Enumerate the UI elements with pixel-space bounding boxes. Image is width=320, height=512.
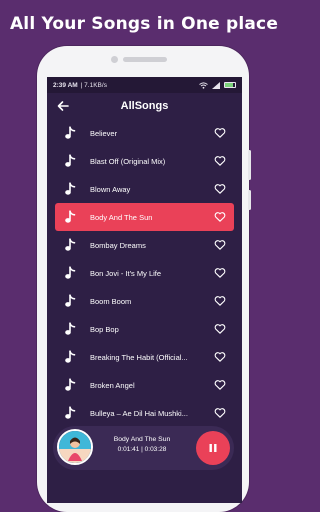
list-item[interactable]: Blown Away (47, 175, 242, 203)
heart-outline-icon[interactable] (214, 379, 226, 391)
list-item[interactable]: Believer (47, 119, 242, 147)
song-list: Believer Blast Off (Original Mix) Blown Aw… (47, 119, 242, 427)
now-playing-time: 0:01:41 | 0:03:28 (117, 446, 167, 453)
heart-outline-icon[interactable] (214, 211, 226, 223)
song-title: Bombay Dreams (90, 240, 146, 250)
now-playing-title: Body And The Sun (113, 436, 171, 443)
song-title: Bulleya – Ae Dil Hai Mushki... (90, 408, 188, 418)
list-item[interactable]: Bombay Dreams (47, 231, 242, 259)
song-title: Broken Angel (90, 380, 135, 390)
heart-outline-icon[interactable] (214, 323, 226, 335)
app-bar: AllSongs (47, 93, 242, 119)
pause-icon (209, 444, 217, 452)
list-item[interactable]: Boom Boom (47, 287, 242, 315)
song-title: Bop Bop (90, 324, 119, 334)
music-note-icon (64, 350, 77, 364)
list-item[interactable]: Blast Off (Original Mix) (47, 147, 242, 175)
heart-outline-icon[interactable] (214, 183, 226, 195)
music-note-icon (64, 182, 77, 196)
status-network-speed: | 7.1KB/s (80, 81, 107, 89)
list-item-active[interactable]: Body And The Sun (55, 203, 234, 231)
music-note-icon (64, 126, 77, 140)
list-item[interactable]: Broken Angel (47, 371, 242, 399)
phone-side-button-top (248, 150, 251, 180)
list-item[interactable]: Breaking The Habit (Official... (47, 343, 242, 371)
heart-outline-icon[interactable] (214, 351, 226, 363)
promo-headline: All Your Songs in One place (9, 14, 279, 34)
music-note-icon (64, 378, 77, 392)
status-bar: 2:39 AM | 7.1KB/s (47, 77, 242, 93)
list-item[interactable]: Bop Bop (47, 315, 242, 343)
page-title: AllSongs (120, 100, 169, 112)
signal-icon (212, 81, 220, 89)
music-note-icon (64, 406, 77, 420)
music-note-icon (64, 294, 77, 308)
battery-icon (224, 82, 236, 88)
heart-outline-icon[interactable] (214, 155, 226, 167)
back-arrow-icon[interactable] (55, 98, 71, 114)
phone-side-button-bottom (248, 190, 251, 210)
list-item[interactable]: Bulleya – Ae Dil Hai Mushki... (47, 399, 242, 427)
song-title: Blown Away (90, 184, 131, 194)
status-time: 2:39 AM (53, 81, 78, 89)
heart-outline-icon[interactable] (214, 407, 226, 419)
phone-speaker (123, 57, 167, 62)
music-note-icon (64, 210, 77, 224)
music-note-icon (64, 154, 77, 168)
music-note-icon (64, 266, 77, 280)
heart-outline-icon[interactable] (214, 127, 226, 139)
list-item[interactable]: Bon Jovi - It's My Life (47, 259, 242, 287)
mini-player[interactable]: Body And The Sun 0:01:41 | 0:03:28 (53, 426, 234, 470)
heart-outline-icon[interactable] (214, 295, 226, 307)
heart-outline-icon[interactable] (214, 267, 226, 279)
app-screen: 2:39 AM | 7.1KB/s AllSongs Believer Blast… (47, 77, 242, 503)
status-icons (199, 81, 236, 89)
heart-outline-icon[interactable] (214, 239, 226, 251)
song-title: Believer (90, 128, 118, 138)
wifi-icon (199, 81, 208, 89)
music-note-icon (64, 322, 77, 336)
song-title: Body And The Sun (90, 212, 153, 222)
song-title: Breaking The Habit (Official... (90, 352, 188, 362)
music-note-icon (64, 238, 77, 252)
song-title: Boom Boom (90, 296, 132, 306)
song-title: Bon Jovi - It's My Life (90, 268, 162, 278)
song-title: Blast Off (Original Mix) (90, 156, 166, 166)
pause-button[interactable] (196, 431, 230, 465)
phone-camera (111, 56, 118, 63)
album-art[interactable] (57, 429, 93, 465)
